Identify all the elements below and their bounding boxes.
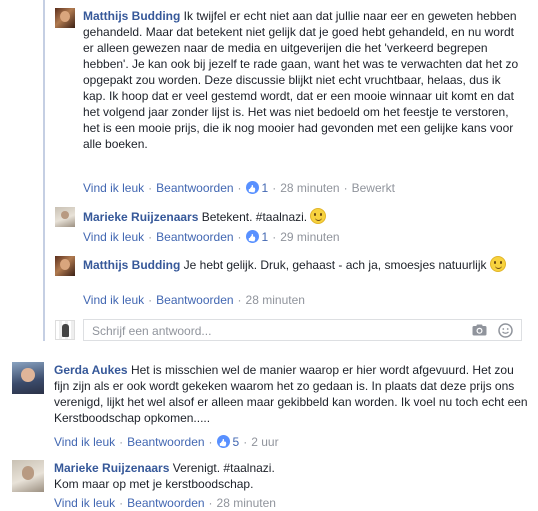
sticker-icon[interactable]	[498, 323, 513, 338]
comment-text: Je hebt gelijk. Druk, gehaast - ach ja, …	[183, 258, 487, 272]
comment-body: Matthijs Budding Ik twijfel er echt niet…	[83, 8, 523, 152]
author-name[interactable]: Matthijs Budding	[83, 258, 180, 272]
reply-link[interactable]: Beantwoorden	[127, 435, 204, 449]
comment-body: Marieke Ruijzenaars Verenigt. #taalnazi.…	[54, 460, 528, 492]
author-name[interactable]: Matthijs Budding	[83, 9, 180, 23]
reply-thread-bar	[43, 0, 45, 341]
comment-actions: Vind ik leuk·Beantwoorden·1·28 minuten·B…	[83, 180, 395, 196]
like-icon	[245, 181, 259, 194]
reply-input[interactable]	[90, 323, 454, 339]
like-icon	[245, 230, 259, 243]
like-link[interactable]: Vind ik leuk	[54, 435, 115, 449]
comment-actions: Vind ik leuk · Beantwoorden · 28 minuten	[83, 293, 305, 307]
avatar[interactable]	[12, 362, 44, 394]
avatar[interactable]	[55, 256, 75, 276]
like-count[interactable]: 5	[233, 435, 240, 449]
timestamp[interactable]: 28 minuten	[280, 181, 339, 195]
like-icon	[216, 435, 230, 448]
reply-link[interactable]: Beantwoorden	[156, 293, 233, 307]
camera-icon[interactable]	[472, 324, 487, 336]
timestamp[interactable]: 2 uur	[251, 435, 278, 449]
comment-body: Gerda Aukes Het is misschien wel de mani…	[54, 362, 528, 426]
comment-body: Marieke Ruijzenaars Betekent. #taalnazi.	[83, 208, 523, 225]
like-link[interactable]: Vind ik leuk	[83, 230, 144, 244]
reply-link[interactable]: Beantwoorden	[156, 181, 233, 195]
comment-body: Matthijs Budding Je hebt gelijk. Druk, g…	[83, 256, 523, 273]
like-count[interactable]: 1	[262, 181, 269, 195]
comment-actions: Vind ik leuk·Beantwoorden·1·29 minuten	[83, 229, 340, 245]
comment-actions: Vind ik leuk · Beantwoorden · 28 minuten	[54, 496, 276, 510]
smiley-emoji-icon	[310, 208, 327, 224]
avatar[interactable]	[55, 8, 75, 28]
timestamp[interactable]: 29 minuten	[280, 230, 339, 244]
reply-composer[interactable]	[83, 319, 522, 341]
author-name[interactable]: Marieke Ruijzenaars	[83, 210, 198, 224]
comment-text: Ik twijfel er echt niet aan dat jullie n…	[83, 9, 522, 151]
comment-text: Betekent. #taalnazi.	[201, 210, 308, 224]
author-name[interactable]: Marieke Ruijzenaars	[54, 461, 169, 475]
avatar[interactable]	[12, 460, 44, 492]
edited-label[interactable]: Bewerkt	[352, 181, 395, 195]
reply-link[interactable]: Beantwoorden	[156, 230, 233, 244]
author-name[interactable]: Gerda Aukes	[54, 363, 128, 377]
like-link[interactable]: Vind ik leuk	[83, 293, 144, 307]
comment-actions: Vind ik leuk·Beantwoorden·5·2 uur	[54, 434, 279, 450]
timestamp[interactable]: 28 minuten	[246, 293, 305, 307]
comment-thread: Matthijs Budding Ik twijfel er echt niet…	[0, 0, 538, 511]
avatar[interactable]	[55, 207, 75, 227]
smiley-emoji-icon	[489, 256, 506, 272]
reply-link[interactable]: Beantwoorden	[127, 496, 204, 510]
like-link[interactable]: Vind ik leuk	[54, 496, 115, 510]
current-user-avatar	[55, 320, 75, 340]
like-link[interactable]: Vind ik leuk	[83, 181, 144, 195]
timestamp[interactable]: 28 minuten	[217, 496, 276, 510]
like-count[interactable]: 1	[262, 230, 269, 244]
